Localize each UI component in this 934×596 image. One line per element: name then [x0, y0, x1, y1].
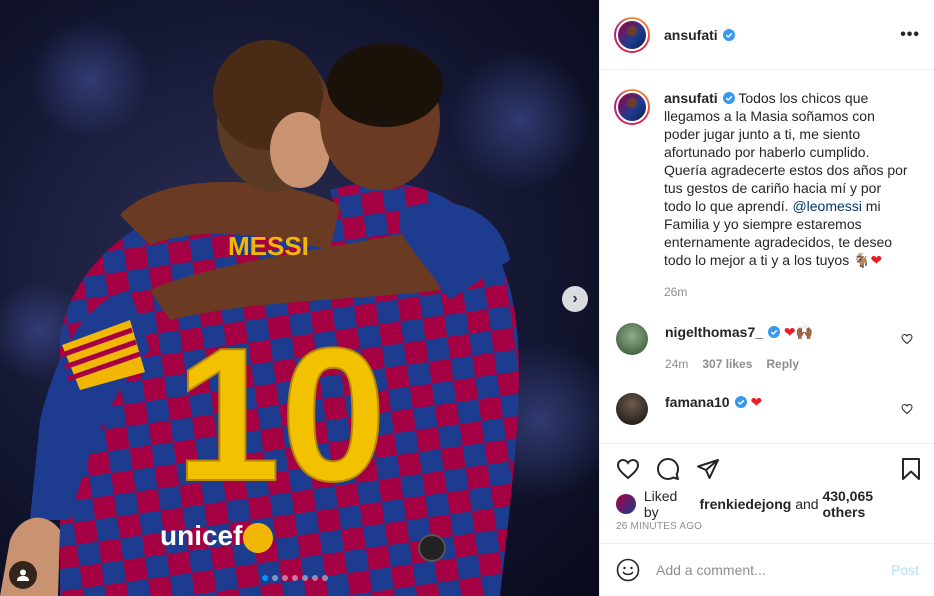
post-side-panel: ansufati ••• ansufati Todos los chicos q… — [599, 0, 934, 596]
verified-badge-icon — [768, 326, 781, 338]
comment-like-heart-icon[interactable] — [901, 403, 913, 415]
post-media[interactable]: MESSI 10 unicef › — [0, 0, 599, 596]
share-paper-plane-icon[interactable] — [696, 457, 720, 481]
heart-emoji: ❤ — [783, 324, 796, 340]
commenter-username[interactable]: nigelthomas7_ — [665, 324, 763, 340]
verified-badge-icon — [734, 396, 747, 408]
likes-and-label: and — [795, 496, 819, 512]
post-header: ansufati ••• — [600, 0, 934, 70]
caption-avatar[interactable] — [614, 89, 650, 125]
heart-emoji: ❤ — [870, 252, 883, 268]
emoji-smile-icon[interactable] — [616, 558, 640, 582]
comment-body: nigelthomas7_ ❤🙌🏾 24m 307 likes Reply — [665, 323, 813, 373]
carousel-dot — [322, 575, 328, 581]
caption-text: ansufati Todos los chicos que llegamos a… — [664, 89, 909, 301]
caption-mention-link[interactable]: @leomessi — [792, 198, 861, 214]
post-photo: MESSI 10 unicef — [0, 20, 599, 596]
more-options-button[interactable]: ••• — [900, 26, 920, 44]
carousel-dot — [272, 575, 278, 581]
comment-likes-count[interactable]: 307 likes — [702, 355, 752, 373]
comment-like-heart-icon[interactable] — [901, 333, 913, 345]
liker-username[interactable]: frenkiedejong — [700, 496, 792, 512]
verified-badge-icon — [722, 28, 735, 41]
comment-item: nigelthomas7_ ❤🙌🏾 24m 307 likes Reply — [616, 323, 919, 373]
comment-item: famana10 ❤ — [616, 393, 919, 425]
carousel-next-button[interactable]: › — [562, 286, 588, 312]
jersey-name: MESSI — [228, 231, 309, 261]
commenter-avatar[interactable] — [616, 393, 648, 425]
caption: ansufati Todos los chicos que llegamos a… — [614, 71, 919, 301]
comment-age: 24m — [665, 357, 689, 371]
liker-avatar[interactable] — [616, 494, 636, 514]
liked-by-label: Liked by — [643, 488, 678, 520]
comment-bubble-icon[interactable] — [656, 457, 680, 481]
carousel-dot — [312, 575, 318, 581]
comment-body: famana10 ❤ — [665, 393, 762, 425]
tagged-users-button[interactable] — [9, 561, 37, 589]
comment-composer: Post — [600, 543, 934, 596]
save-bookmark-icon[interactable] — [899, 457, 923, 481]
likes-summary: Liked by frenkiedejong and 430,065 other… — [600, 488, 934, 520]
jersey-sponsor: unicef — [160, 520, 243, 551]
action-bar — [600, 444, 934, 494]
comment-meta: 24m 307 likes Reply — [665, 355, 813, 373]
user-icon — [17, 569, 29, 581]
heart-emoji: ❤ — [750, 394, 763, 410]
comment-reply-button[interactable]: Reply — [766, 355, 799, 373]
carousel-dot — [292, 575, 298, 581]
like-heart-icon[interactable] — [616, 457, 640, 481]
verified-badge-icon — [722, 92, 735, 104]
comments-list[interactable]: ansufati Todos los chicos que llegamos a… — [600, 71, 934, 443]
carousel-indicator — [262, 575, 328, 581]
carousel-dot — [302, 575, 308, 581]
comment-input[interactable] — [656, 562, 891, 578]
goat-emoji: 🐐 — [853, 252, 871, 268]
carousel-dot — [282, 575, 288, 581]
author-avatar[interactable] — [614, 16, 650, 53]
commenter-username[interactable]: famana10 — [665, 394, 730, 410]
jersey-number: 10 — [175, 309, 386, 521]
carousel-dot — [262, 575, 268, 581]
raised-hands-emoji: 🙌🏾 — [795, 324, 814, 340]
chevron-right-icon: › — [572, 290, 578, 307]
instagram-post: MESSI 10 unicef › ansufati ••• ansufati … — [0, 0, 934, 596]
commenter-avatar[interactable] — [616, 323, 648, 355]
author-username[interactable]: ansufati — [664, 27, 718, 43]
likes-others-count[interactable]: 430,065 others — [822, 488, 919, 520]
post-actions-section: Liked by frenkiedejong and 430,065 other… — [600, 443, 934, 532]
caption-body-text: Todos los chicos que llegamos a la Masia… — [664, 90, 908, 214]
caption-username[interactable]: ansufati — [664, 90, 718, 106]
caption-age: 26m — [664, 285, 688, 299]
post-comment-button[interactable]: Post — [891, 562, 919, 578]
